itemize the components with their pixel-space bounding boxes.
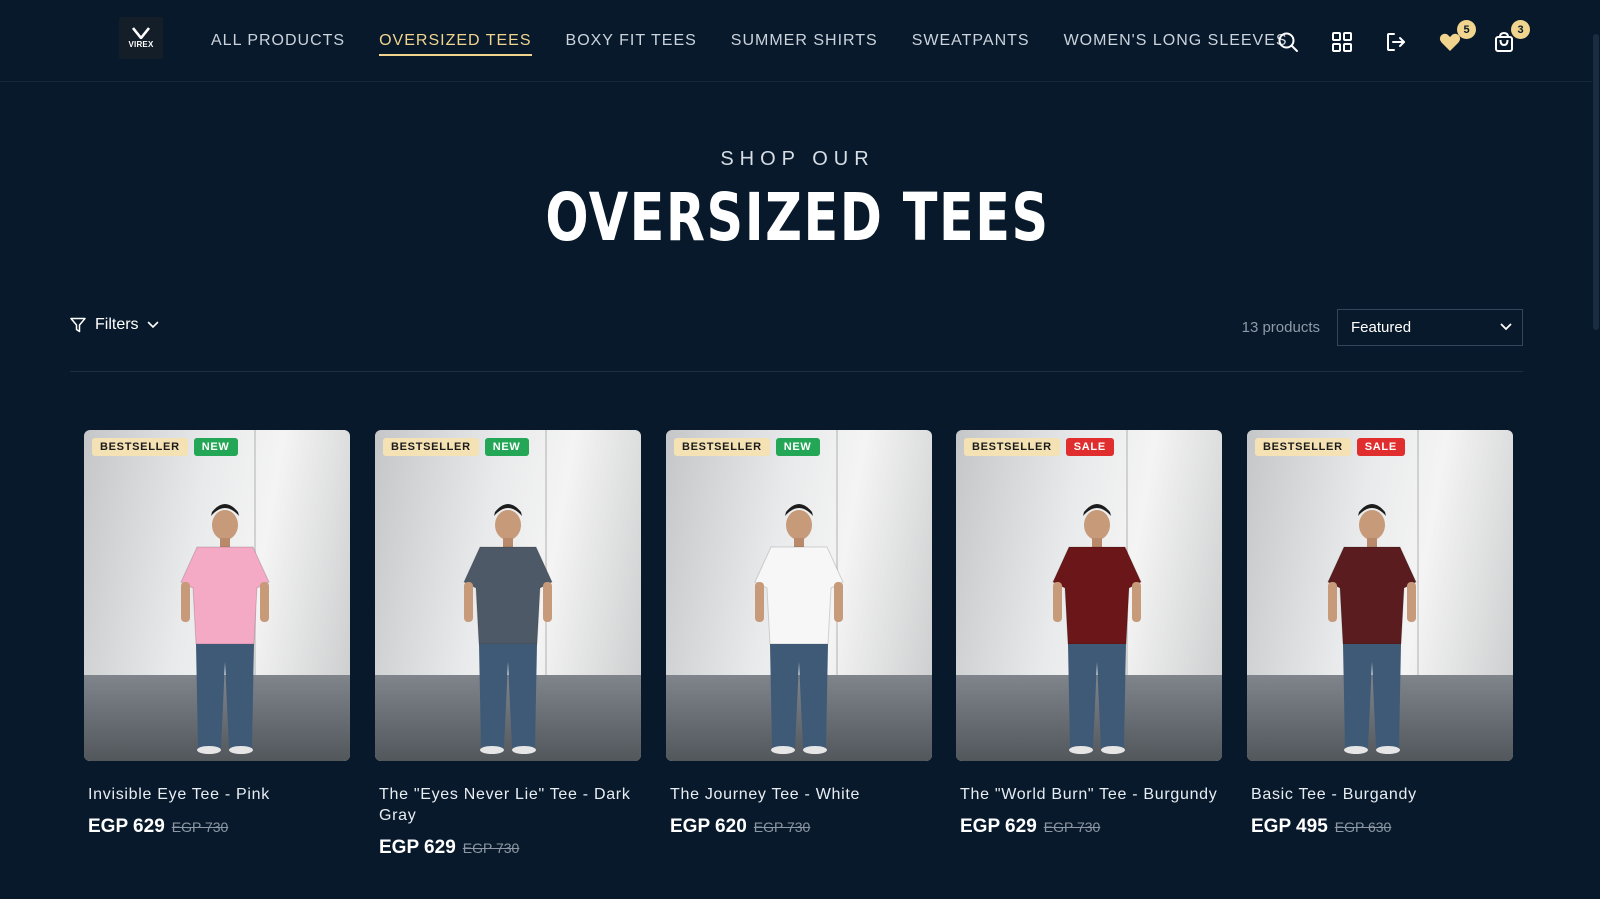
product-image[interactable]: BESTSELLER NEW [84, 430, 350, 761]
badge-bestseller: BESTSELLER [964, 438, 1060, 456]
model-figure [180, 504, 270, 754]
scrollbar-thumb[interactable] [1593, 34, 1599, 330]
cart-count-badge: 3 [1511, 20, 1530, 39]
product-count: 13 products [1241, 319, 1320, 336]
wishlist-button[interactable]: 5 [1436, 20, 1476, 56]
product-image[interactable]: BESTSELLER NEW [666, 430, 932, 761]
shirt [1052, 546, 1142, 645]
badge-sale: SALE [1065, 438, 1114, 456]
chevron-down-icon [1500, 323, 1512, 331]
nav-item-summer-shirts[interactable]: SUMMER SHIRTS [731, 30, 878, 56]
logout-icon [1387, 33, 1405, 51]
product-price: EGP 629 [960, 816, 1037, 837]
product-price: EGP 629 [88, 816, 165, 837]
site-header: VIREX ALL PRODUCTS OVERSIZED TEES BOXY F… [0, 0, 1600, 82]
filters-toggle[interactable]: Filters [70, 316, 159, 334]
filters-label: Filters [95, 316, 139, 333]
nav-item-womens-long-sleeves[interactable]: WOMEN'S LONG SLEEVES [1064, 30, 1288, 56]
badge-new: NEW [775, 438, 820, 456]
product-compare-price: EGP 730 [753, 819, 811, 835]
nav-item-all-products[interactable]: ALL PRODUCTS [211, 30, 345, 56]
product-compare-price: EGP 730 [462, 840, 520, 856]
badge-bestseller: BESTSELLER [383, 438, 479, 456]
product-prices: EGP 495 EGP 630 [1247, 816, 1513, 838]
product-name[interactable]: Basic Tee - Burgandy [1247, 784, 1509, 805]
product-price: EGP 620 [670, 816, 747, 837]
hero-eyebrow: SHOP OUR [720, 148, 875, 170]
toolbar-divider [70, 371, 1523, 372]
model-figure [463, 504, 553, 754]
logo-text: VIREX [128, 40, 154, 49]
heart-icon [1439, 33, 1461, 51]
search-icon [1278, 32, 1298, 52]
sort-select[interactable]: Featured [1337, 309, 1523, 346]
wishlist-count-badge: 5 [1457, 20, 1476, 39]
product-name[interactable]: Invisible Eye Tee - Pink [84, 784, 346, 805]
chevron-down-icon [147, 321, 158, 329]
product-prices: EGP 620 EGP 730 [666, 816, 932, 838]
product-image[interactable]: BESTSELLER SALE [956, 430, 1222, 761]
brand-logo[interactable]: VIREX [119, 17, 163, 59]
model-figure [754, 504, 844, 754]
product-compare-price: EGP 730 [171, 819, 229, 835]
product-badges: BESTSELLER NEW [92, 438, 244, 456]
badge-new: NEW [193, 438, 238, 456]
shirt [463, 546, 553, 645]
product-name[interactable]: The "Eyes Never Lie" Tee - Dark Gray [375, 784, 637, 826]
model-figure [1052, 504, 1142, 754]
product-badges: BESTSELLER NEW [383, 438, 535, 456]
product-prices: EGP 629 EGP 730 [84, 816, 350, 838]
badge-bestseller: BESTSELLER [1255, 438, 1351, 456]
product-prices: EGP 629 EGP 730 [956, 816, 1222, 838]
shirt [180, 546, 270, 645]
logo-mark-icon [132, 27, 150, 39]
sort-selected-value: Featured [1351, 319, 1412, 336]
account-button[interactable] [1328, 28, 1356, 56]
product-prices: EGP 629 EGP 730 [375, 837, 641, 859]
model-figure [1327, 504, 1417, 754]
product-badges: BESTSELLER NEW [674, 438, 826, 456]
logout-button[interactable] [1382, 28, 1410, 56]
badge-bestseller: BESTSELLER [92, 438, 188, 456]
product-card[interactable]: BESTSELLER NEW The Journey Tee - White EG… [666, 430, 932, 838]
search-button[interactable] [1274, 28, 1302, 56]
product-image[interactable]: BESTSELLER NEW [375, 430, 641, 761]
cart-button[interactable]: 3 [1490, 20, 1530, 56]
page-title: OVERSIZED TEES [545, 179, 1050, 256]
product-compare-price: EGP 730 [1043, 819, 1101, 835]
product-card[interactable]: BESTSELLER NEW Invisible Eye Tee - Pink E… [84, 430, 350, 838]
nav-item-boxy-fit-tees[interactable]: BOXY FIT TEES [566, 30, 697, 56]
nav-item-sweatpants[interactable]: SWEATPANTS [912, 30, 1030, 56]
product-name[interactable]: The "World Burn" Tee - Burgundy [956, 784, 1218, 805]
nav-item-oversized-tees[interactable]: OVERSIZED TEES [379, 30, 532, 56]
product-price: EGP 495 [1251, 816, 1328, 837]
badge-sale: SALE [1356, 438, 1405, 456]
grid-icon [1332, 32, 1352, 52]
product-card[interactable]: BESTSELLER SALE Basic Tee - Burgandy EGP … [1247, 430, 1513, 838]
scrollbar[interactable] [1592, 0, 1600, 899]
product-card[interactable]: BESTSELLER SALE The "World Burn" Tee - Bu… [956, 430, 1222, 838]
product-name[interactable]: The Journey Tee - White [666, 784, 928, 805]
product-badges: BESTSELLER SALE [964, 438, 1120, 456]
filter-icon [70, 317, 86, 333]
badge-new: NEW [484, 438, 529, 456]
product-compare-price: EGP 630 [1334, 819, 1392, 835]
product-image[interactable]: BESTSELLER SALE [1247, 430, 1513, 761]
main-nav: ALL PRODUCTS OVERSIZED TEES BOXY FIT TEE… [211, 30, 1322, 56]
shirt [754, 546, 844, 645]
product-price: EGP 629 [379, 837, 456, 858]
product-card[interactable]: BESTSELLER NEW The "Eyes Never Lie" Tee -… [375, 430, 641, 859]
shirt [1327, 546, 1417, 645]
badge-bestseller: BESTSELLER [674, 438, 770, 456]
product-badges: BESTSELLER SALE [1255, 438, 1411, 456]
